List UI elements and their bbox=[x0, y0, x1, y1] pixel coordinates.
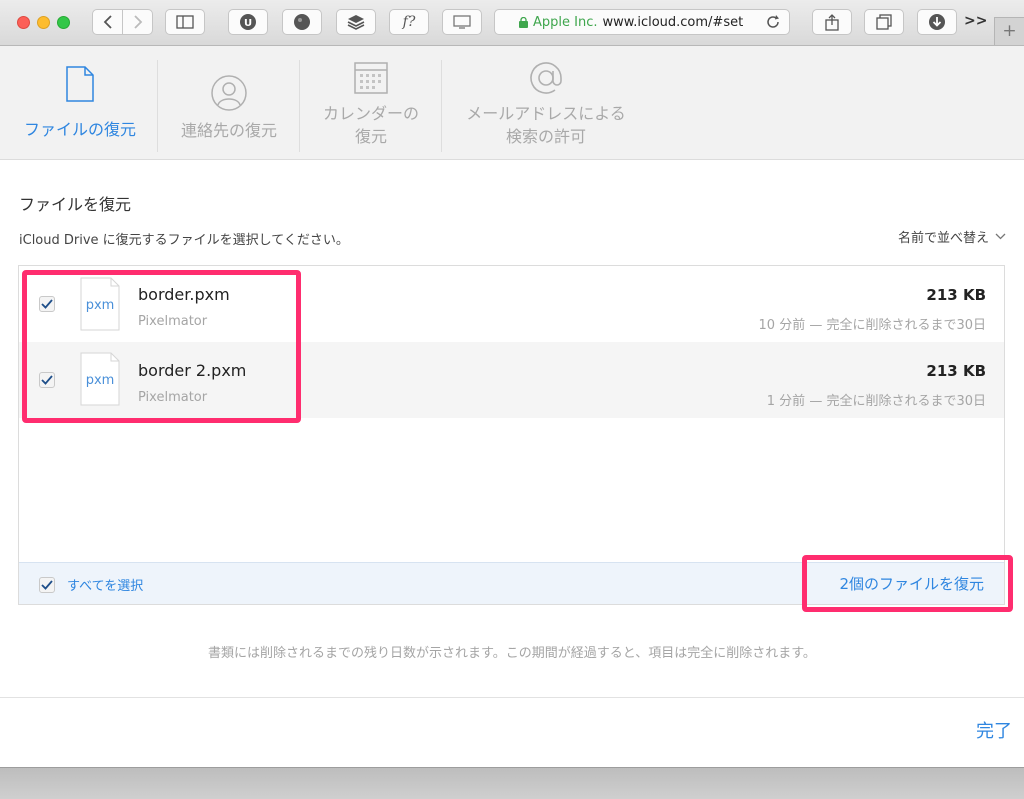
sidebar-toggle-button[interactable] bbox=[165, 9, 205, 35]
extension-ghostery-button[interactable] bbox=[282, 9, 322, 35]
extension-buffer-button[interactable] bbox=[336, 9, 376, 35]
restore-tabs: ファイルの復元 連絡先の復元 カレンダーの 復元 メールアドレスによる 検索の許… bbox=[0, 46, 1024, 160]
file-app: Pixelmator bbox=[138, 390, 208, 405]
tab-restore-contacts[interactable]: 連絡先の復元 bbox=[160, 46, 298, 160]
monitor-icon bbox=[453, 15, 471, 29]
tab-label-line2: 復元 bbox=[354, 127, 387, 146]
checkmark-icon bbox=[41, 579, 53, 590]
sort-dropdown[interactable]: 名前で並べ替え bbox=[898, 227, 1006, 246]
document-icon bbox=[65, 66, 95, 106]
file-app: Pixelmator bbox=[138, 314, 208, 329]
chevron-down-icon bbox=[995, 233, 1006, 240]
new-tab-button[interactable]: + bbox=[994, 17, 1024, 45]
file-checkbox[interactable] bbox=[39, 296, 55, 312]
checkmark-icon bbox=[41, 299, 53, 309]
select-all-toggle[interactable]: すべてを選択 bbox=[39, 575, 143, 594]
file-list-panel: pxm border.pxm Pixelmator 213 KB 10 分前 —… bbox=[18, 265, 1005, 605]
extension-whatfont-button[interactable]: f? bbox=[389, 9, 429, 35]
file-deletion-info: 10 分前 — 完全に削除されるまで30日 bbox=[758, 318, 986, 333]
downloads-button[interactable] bbox=[917, 9, 957, 35]
contact-icon bbox=[210, 74, 248, 116]
minimize-window-button[interactable] bbox=[37, 16, 50, 29]
file-name: border.pxm bbox=[138, 285, 230, 304]
pxm-file-icon: pxm bbox=[80, 277, 120, 331]
svg-text:U: U bbox=[244, 18, 252, 29]
retention-note: 書類には削除されるまでの残り日数が示されます。この期間が経過すると、項目は完全に… bbox=[208, 646, 816, 661]
section-title: ファイルを復元 bbox=[19, 195, 132, 214]
tab-label-line1: メールアドレスによる bbox=[466, 104, 626, 123]
url-organization: Apple Inc. bbox=[533, 14, 598, 30]
tab-divider bbox=[157, 60, 158, 152]
zoom-window-button[interactable] bbox=[57, 16, 70, 29]
share-button[interactable] bbox=[812, 9, 852, 35]
tabs-overview-button[interactable] bbox=[864, 9, 904, 35]
file-name: border 2.pxm bbox=[138, 361, 247, 380]
file-panel-footer: すべてを選択 2個のファイルを復元 bbox=[19, 562, 1004, 604]
tab-restore-calendars[interactable]: カレンダーの 復元 bbox=[301, 46, 441, 160]
browser-toolbar: U f? Apple Inc. www.icloud.com/#set >> + bbox=[0, 0, 1024, 46]
close-window-button[interactable] bbox=[17, 16, 30, 29]
pxm-file-icon: pxm bbox=[80, 352, 120, 406]
file-type-label: pxm bbox=[85, 298, 115, 313]
file-row[interactable]: pxm border 2.pxm Pixelmator 213 KB 1 分前 … bbox=[19, 342, 1004, 418]
select-all-checkbox[interactable] bbox=[39, 576, 55, 593]
share-icon bbox=[825, 13, 839, 31]
tab-label-line2: 検索の許可 bbox=[505, 127, 586, 146]
divider bbox=[0, 697, 1024, 698]
file-size: 213 KB bbox=[926, 362, 986, 380]
file-deletion-info: 1 分前 — 完全に削除されるまで30日 bbox=[766, 394, 986, 409]
tabs-icon bbox=[876, 14, 892, 30]
tab-label-line1: カレンダーの bbox=[322, 104, 419, 123]
file-checkbox[interactable] bbox=[39, 372, 55, 388]
checkmark-icon bbox=[41, 375, 53, 385]
file-type-label: pxm bbox=[85, 373, 115, 388]
toolbar-overflow-button[interactable]: >> bbox=[964, 13, 987, 29]
back-button[interactable] bbox=[92, 9, 123, 35]
file-row[interactable]: pxm border.pxm Pixelmator 213 KB 10 分前 —… bbox=[19, 266, 1004, 342]
restore-files-button[interactable]: 2個のファイルを復元 bbox=[839, 573, 984, 594]
tab-divider bbox=[441, 60, 442, 152]
address-bar[interactable]: Apple Inc. www.icloud.com/#set bbox=[494, 9, 790, 35]
tab-restore-files[interactable]: ファイルの復元 bbox=[10, 46, 150, 160]
file-size: 213 KB bbox=[926, 286, 986, 304]
tab-divider bbox=[299, 60, 300, 152]
download-icon bbox=[929, 14, 945, 30]
tab-label: ファイルの復元 bbox=[23, 120, 136, 139]
lock-icon bbox=[519, 16, 528, 28]
tab-email-lookup[interactable]: メールアドレスによる 検索の許可 bbox=[446, 46, 646, 160]
tab-label: 連絡先の復元 bbox=[180, 121, 277, 140]
chevron-left-icon bbox=[103, 15, 112, 29]
at-sign-icon bbox=[528, 60, 564, 100]
forward-button[interactable] bbox=[122, 9, 153, 35]
done-button[interactable]: 完了 bbox=[976, 717, 1012, 743]
ublock-icon: U bbox=[240, 14, 256, 30]
reload-icon[interactable] bbox=[765, 14, 781, 34]
section-description: iCloud Drive に復元するファイルを選択してください。 bbox=[19, 233, 349, 248]
sort-label: 名前で並べ替え bbox=[897, 231, 989, 246]
extension-ublock-button[interactable]: U bbox=[228, 9, 268, 35]
ghost-icon bbox=[294, 14, 310, 30]
chevron-right-icon bbox=[133, 15, 142, 29]
layers-icon bbox=[347, 15, 365, 30]
url-text: www.icloud.com/#set bbox=[602, 14, 744, 30]
select-all-label: すべてを選択 bbox=[67, 579, 144, 594]
window-bottom-bar bbox=[0, 767, 1024, 799]
calendar-icon bbox=[354, 62, 388, 98]
sidebar-icon bbox=[176, 15, 194, 29]
extension-screen-button[interactable] bbox=[442, 9, 482, 35]
